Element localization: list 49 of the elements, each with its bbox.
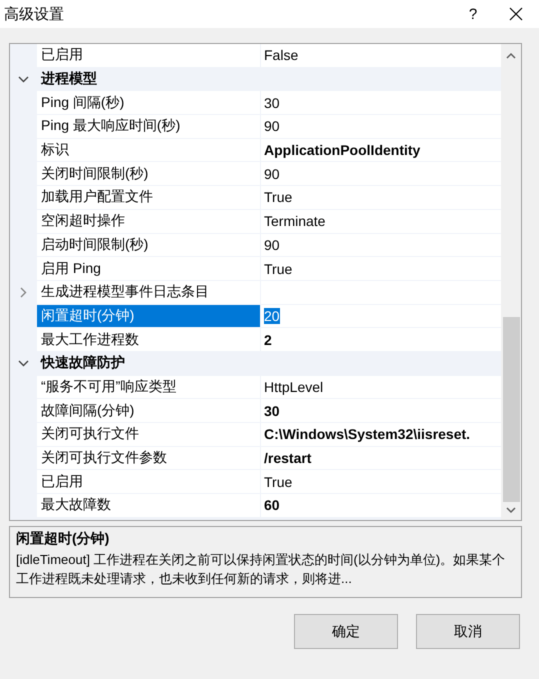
property-name[interactable]: 关闭时间限制(秒) [37, 162, 261, 186]
collapse-chevron-icon[interactable] [18, 358, 29, 369]
property-name[interactable]: 关闭可执行文件参数 [37, 446, 261, 470]
property-name[interactable]: Ping 最大响应时间(秒) [37, 115, 261, 138]
property-name[interactable]: 已启用 [37, 44, 261, 67]
property-value[interactable]: 60 [264, 497, 280, 514]
description-title: 闲置超时(分钟) [16, 530, 110, 548]
property-name[interactable]: 空闲超时操作 [37, 210, 261, 232]
property-value[interactable]: True [264, 260, 292, 277]
close-icon [509, 7, 523, 21]
window-title: 高级设置 [4, 4, 65, 24]
property-name[interactable]: “服务不可用”响应类型 [37, 376, 261, 398]
scrollbar[interactable] [501, 44, 521, 520]
property-value[interactable]: True [264, 474, 292, 490]
property-value[interactable]: 90 [264, 118, 280, 134]
property-name[interactable]: Ping 间隔(秒) [37, 91, 261, 114]
scroll-up-icon[interactable] [506, 52, 516, 59]
ok-button[interactable]: 确定 [294, 614, 398, 649]
property-name[interactable]: 生成进程模型事件日志条目 [37, 280, 261, 304]
property-name[interactable]: 故障间隔(分钟) [37, 399, 261, 422]
property-name[interactable]: 最大工作进程数 [37, 328, 261, 351]
property-name[interactable]: 关闭可执行文件 [37, 423, 261, 446]
property-value[interactable]: Terminate [264, 213, 326, 230]
property-value[interactable]: 90 [264, 236, 280, 253]
property-name[interactable]: 标识 [37, 138, 261, 162]
description-text: [idleTimeout] 工作进程在关闭之前可以保持闲置状态的时间(以分钟为单位)。如果某个工作进程既未处理请求，也未收到任何新的请求，则将进... [16, 551, 506, 588]
property-value[interactable]: False [264, 47, 298, 64]
property-name[interactable]: 启动时间限制(秒) [37, 234, 261, 256]
property-value[interactable]: True [264, 189, 292, 206]
help-button[interactable]: ? [453, 0, 493, 28]
collapse-chevron-icon[interactable] [18, 74, 29, 85]
expand-chevron-icon[interactable] [18, 286, 29, 298]
property-name[interactable]: 启用 Ping [37, 257, 261, 280]
category-header[interactable]: 快速故障防护 [37, 352, 501, 375]
cancel-button[interactable]: 取消 [416, 614, 520, 649]
property-name[interactable]: 闲置超时(分钟) [37, 304, 261, 328]
category-header[interactable]: 进程模型 [37, 68, 501, 90]
scrollbar-thumb[interactable] [502, 317, 520, 502]
property-value[interactable]: /restart [264, 450, 312, 466]
property-name[interactable]: 已启用 [37, 470, 261, 494]
property-value[interactable]: 90 [264, 166, 280, 182]
property-name[interactable]: 加载用户配置文件 [37, 186, 261, 209]
property-value[interactable]: 20 [264, 308, 280, 324]
property-value[interactable]: 2 [264, 332, 272, 348]
property-value[interactable]: 30 [264, 94, 280, 111]
scroll-down-icon[interactable] [506, 507, 516, 514]
property-value[interactable]: HttpLevel [264, 378, 324, 395]
property-name[interactable]: 最大故障数 [37, 494, 261, 517]
property-value[interactable]: 30 [264, 402, 280, 419]
